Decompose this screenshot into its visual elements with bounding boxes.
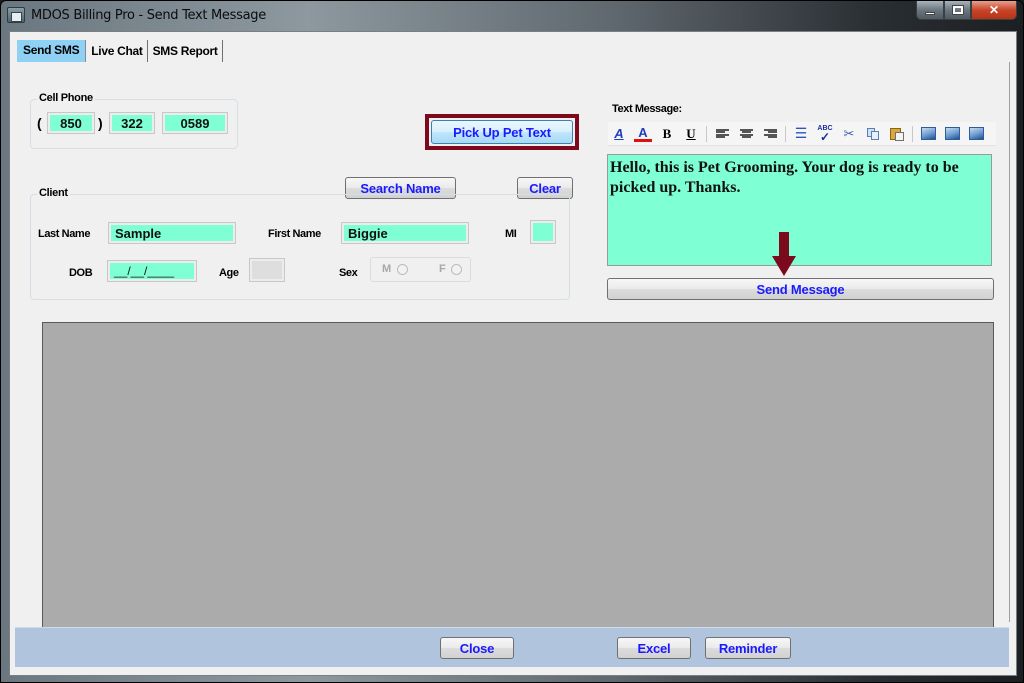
age-label: Age [219,267,239,279]
maximize-icon [951,5,964,15]
send-message-button[interactable]: Send Message [607,278,994,300]
client-group: Client Last Name Sample First Name Biggi… [30,187,570,300]
close-window-button[interactable]: ✕ [971,1,1017,20]
messages-grid[interactable] [42,322,994,640]
window-title: MDOS Billing Pro - Send Text Message [31,8,266,23]
mi-input[interactable] [530,220,556,244]
mi-label: MI [505,228,517,240]
area-code-input[interactable]: 850 [47,112,95,134]
title-bar[interactable]: MDOS Billing Pro - Send Text Message ✕ [1,1,1023,31]
tab-bar: Send SMS Live Chat SMS Report [17,40,223,62]
app-icon [7,7,25,23]
align-right-icon[interactable] [761,125,779,143]
down-arrow-icon [772,232,796,276]
align-center-icon[interactable] [737,125,755,143]
last-name-input[interactable]: Sample [108,222,236,244]
open-paren: ( [37,115,42,131]
minimize-button[interactable] [916,1,944,20]
sex-m-radio[interactable] [397,264,408,275]
window-controls: ✕ [916,1,1017,21]
toolbar-separator [785,125,786,142]
font-style-glyph: A [614,126,624,141]
underline-icon[interactable]: U [682,125,700,143]
font-color-glyph: A [638,124,648,140]
insert-image-icon[interactable] [967,125,985,143]
close-button[interactable]: Close [440,637,514,659]
sex-f-radio[interactable] [451,264,462,275]
last-name-label: Last Name [38,228,91,240]
font-color-icon[interactable]: A [634,124,652,142]
sex-f-label: F [439,263,446,275]
bullet-list-icon[interactable]: ☰ [792,125,810,143]
excel-button[interactable]: Excel [617,637,691,659]
font-style-icon[interactable]: A [610,125,628,143]
formatting-toolbar: A A B U ☰ ABC ✓ ✂ [608,122,996,146]
text-message-input[interactable]: Hello, this is Pet Grooming. Your dog is… [607,154,992,266]
cell-phone-group: Cell Phone ( 850 ) 322 0589 [30,92,238,149]
insert-image-icon[interactable] [943,125,961,143]
phone-line-input[interactable]: 0589 [162,112,228,134]
toolbar-separator [706,125,707,142]
toolbar-separator [912,125,913,142]
client-label: Client [37,187,70,199]
first-name-label: First Name [268,228,321,240]
tab-sms-report[interactable]: SMS Report [148,40,223,62]
cell-phone-label: Cell Phone [37,92,95,104]
reminder-button[interactable]: Reminder [705,637,791,659]
age-input[interactable] [249,258,285,282]
tab-live-chat[interactable]: Live Chat [86,40,148,62]
app-window: MDOS Billing Pro - Send Text Message ✕ S… [0,0,1024,683]
dob-label: DOB [69,267,93,279]
paste-icon[interactable] [888,125,906,143]
tab-send-sms[interactable]: Send SMS [17,40,87,62]
text-message-label: Text Message: [612,103,682,115]
cut-glyph: ✂ [843,125,855,141]
sex-label: Sex [339,267,358,279]
pick-up-pet-text-button[interactable]: Pick Up Pet Text [431,120,573,144]
phone-prefix-input[interactable]: 322 [109,112,155,134]
send-sms-panel: Cell Phone ( 850 ) 322 0589 Pick Up Pet … [16,62,1010,640]
underline-glyph: U [686,125,696,141]
bold-icon[interactable]: B [658,125,676,143]
spell-check-icon[interactable]: ABC ✓ [816,125,834,143]
maximize-button[interactable] [944,1,971,20]
client-area: Send SMS Live Chat SMS Report Cell Phone… [9,31,1017,676]
sex-radio-group: M F [370,257,471,282]
insert-image-icon[interactable] [919,125,937,143]
cut-icon[interactable]: ✂ [840,125,858,143]
minimize-icon [925,11,935,15]
close-icon: ✕ [988,3,1000,17]
bold-glyph: B [662,125,672,141]
first-name-input[interactable]: Biggie [341,222,469,244]
sex-m-label: M [382,263,392,275]
align-left-icon[interactable] [713,125,731,143]
close-paren: ) [98,115,103,131]
copy-icon[interactable] [864,125,882,143]
bottom-action-bar: Close Excel Reminder [15,627,1009,667]
dob-input[interactable]: __/__/____ [107,260,197,282]
